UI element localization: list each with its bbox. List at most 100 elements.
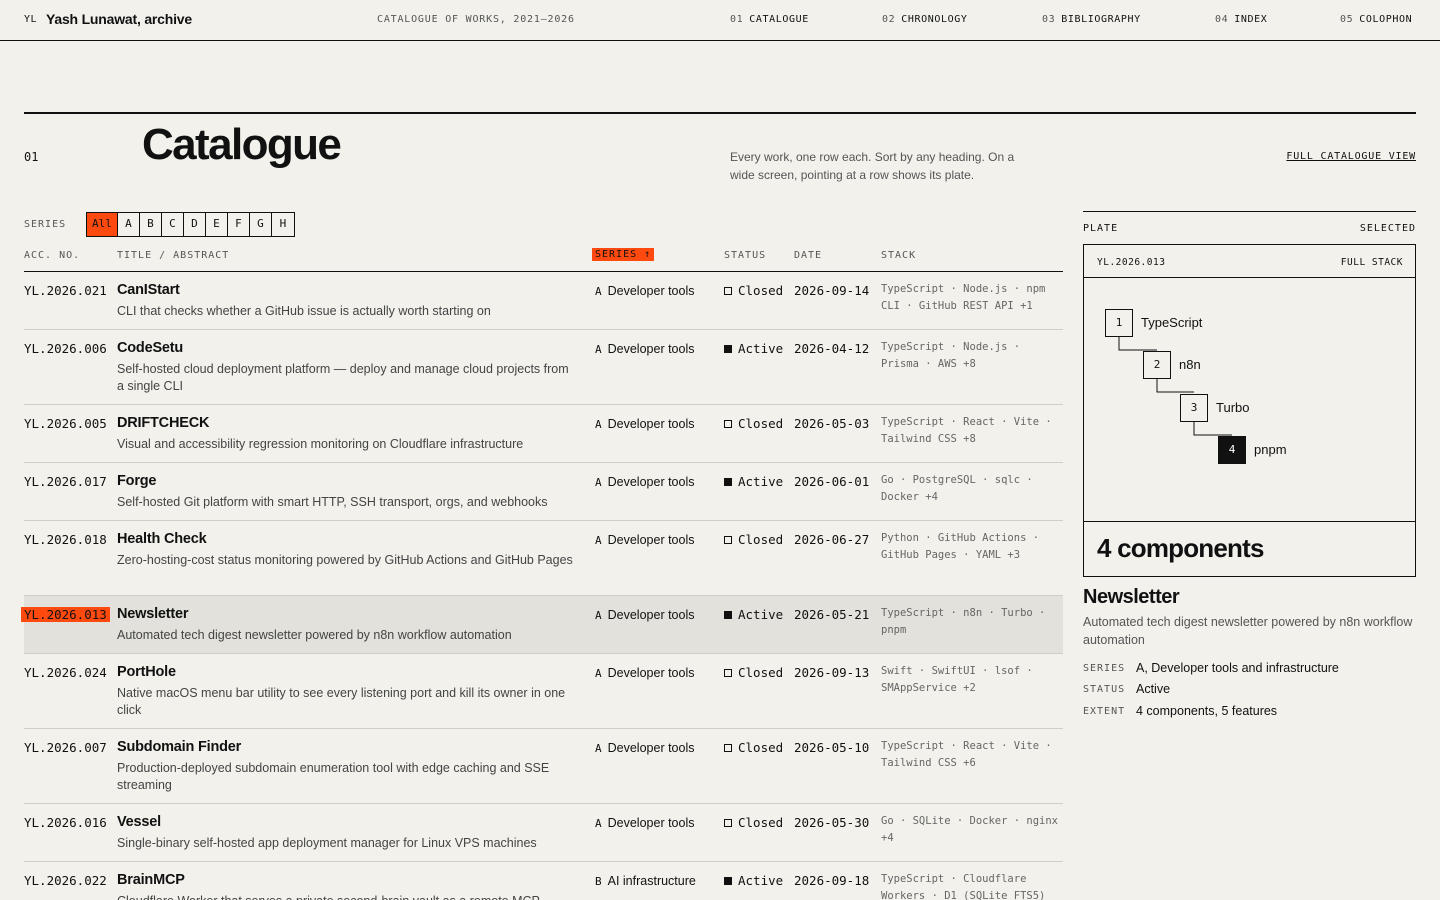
nav-catalogue[interactable]: 01 CATALOGUE: [730, 14, 809, 25]
table-row[interactable]: YL.2026.018 Health Check Zero-hosting-cost…: [24, 521, 1063, 596]
status-text: Closed: [738, 740, 784, 755]
nav-bibliography[interactable]: 03 BIBLIOGRAPHY: [1042, 14, 1141, 25]
series-cell: A Developer tools: [595, 342, 694, 356]
series-filter-d[interactable]: D: [184, 213, 206, 236]
site-title[interactable]: Yash Lunawat, archive: [46, 11, 192, 27]
status-cell: Closed: [724, 740, 783, 755]
series-filter-h[interactable]: H: [272, 213, 294, 236]
series-cell: A Developer tools: [595, 816, 694, 830]
status-cell: Closed: [724, 283, 783, 298]
stack-node-4[interactable]: 4: [1218, 436, 1246, 464]
plate-panel: YL.2026.013 FULL STACK 1 TypeScript 2 n8…: [1083, 244, 1416, 577]
site-mark: YL: [24, 14, 38, 25]
series-filter-a[interactable]: A: [118, 213, 140, 236]
date-cell: 2026-05-10: [794, 740, 870, 755]
status-cell: Active: [724, 474, 783, 489]
full-catalogue-link[interactable]: FULL CATALOGUE VIEW: [1286, 151, 1416, 162]
series-name: Developer tools: [607, 666, 695, 680]
series-name: AI infrastructure: [607, 874, 696, 888]
nav-colophon[interactable]: 05 COLOPHON: [1340, 14, 1412, 25]
status-indicator-icon: [724, 819, 732, 827]
series-filter-g[interactable]: G: [250, 213, 272, 236]
table-row[interactable]: YL.2026.017 Forge Self-hosted Git platform…: [24, 463, 1063, 521]
work-title[interactable]: Forge: [117, 473, 156, 489]
series-cell: A Developer tools: [595, 608, 694, 622]
series-filter-e[interactable]: E: [206, 213, 228, 236]
work-title[interactable]: DRIFTCHECK: [117, 415, 209, 431]
status-indicator-icon: [724, 287, 732, 295]
work-title[interactable]: CanIStart: [117, 282, 180, 298]
series-name: Developer tools: [607, 608, 695, 622]
series-cell: A Developer tools: [595, 533, 694, 547]
stack-cell: TypeScript · n8n · Turbo · pnpm: [881, 607, 1046, 636]
acc-number: YL.2026.006: [24, 341, 107, 356]
work-title[interactable]: BrainMCP: [117, 872, 185, 888]
series-name: Developer tools: [607, 816, 695, 830]
series-letter: B: [595, 875, 602, 888]
stack-cell: TypeScript · React · Vite · Tailwind CSS…: [881, 416, 1052, 445]
top-bar: YL Yash Lunawat, archive CATALOGUE OF WO…: [0, 0, 1440, 41]
stack-connectors: [1118, 336, 1232, 436]
work-title[interactable]: PortHole: [117, 664, 176, 680]
acc-number: YL.2026.007: [24, 740, 107, 755]
status-cell: Closed: [724, 416, 783, 431]
status-indicator-icon: [724, 345, 732, 353]
table-row[interactable]: YL.2026.007 Subdomain Finder Production-de…: [24, 729, 1063, 804]
work-title[interactable]: Subdomain Finder: [117, 739, 241, 755]
header-acc-no[interactable]: ACC. NO.: [24, 250, 80, 261]
acc-number: YL.2026.016: [24, 815, 107, 830]
stack-node-2[interactable]: 2: [1143, 351, 1171, 379]
stack-node-1[interactable]: 1: [1105, 309, 1133, 337]
series-cell: A Developer tools: [595, 284, 694, 298]
stack-cell: TypeScript · Cloudflare Workers · D1 (SQ…: [881, 873, 1046, 900]
series-filter-b[interactable]: B: [140, 213, 162, 236]
series-filter-c[interactable]: C: [162, 213, 184, 236]
date-cell: 2026-09-18: [794, 873, 870, 888]
section-description: Every work, one row each. Sort by any he…: [730, 150, 1015, 182]
table-row[interactable]: YL.2026.022 BrainMCP Cloudflare Worker tha…: [24, 862, 1063, 900]
status-text: Closed: [738, 283, 784, 298]
nav-index[interactable]: 04 INDEX: [1215, 14, 1267, 25]
table-row[interactable]: YL.2026.006 CodeSetu Self-hosted cloud dep…: [24, 330, 1063, 405]
series-letter: A: [595, 476, 602, 489]
status-cell: Active: [724, 341, 783, 356]
header-series[interactable]: SERIES ↑: [592, 248, 655, 261]
status-text: Active: [738, 607, 784, 622]
table-row[interactable]: YL.2026.024 PortHole Native macOS menu bar…: [24, 654, 1063, 729]
stack-cell: TypeScript · Node.js · Prisma · AWS +8: [881, 341, 1021, 370]
stack-node-label: n8n: [1179, 357, 1201, 372]
series-filter-all[interactable]: All: [87, 213, 118, 236]
work-abstract: Cloudflare Worker that serves a private …: [117, 893, 577, 900]
work-abstract: CLI that checks whether a GitHub issue i…: [117, 304, 491, 318]
work-title[interactable]: Vessel: [117, 814, 161, 830]
header-status[interactable]: STATUS: [724, 250, 766, 261]
date-cell: 2026-04-12: [794, 341, 870, 356]
header-date[interactable]: DATE: [794, 250, 822, 261]
work-title[interactable]: Newsletter: [117, 606, 189, 622]
series-letter: A: [595, 667, 602, 680]
page-title: Catalogue: [142, 120, 342, 169]
status-text: Active: [738, 474, 784, 489]
work-title[interactable]: Health Check: [117, 531, 207, 547]
table-row[interactable]: YL.2026.005 DRIFTCHECK Visual and accessib…: [24, 405, 1063, 463]
series-filter-f[interactable]: F: [228, 213, 250, 236]
work-abstract: Native macOS menu bar utility to see eve…: [117, 686, 566, 717]
stack-cell: Python · GitHub Actions · GitHub Pages ·…: [881, 532, 1040, 561]
status-text: Active: [738, 873, 784, 888]
stack-node-3[interactable]: 3: [1180, 394, 1208, 422]
status-text: Active: [738, 341, 784, 356]
header-stack[interactable]: STACK: [881, 250, 916, 261]
plate-mode[interactable]: FULL STACK: [1341, 257, 1403, 268]
table-row[interactable]: YL.2026.016 Vessel Single-binary self-host…: [24, 804, 1063, 862]
series-name: Developer tools: [607, 475, 695, 489]
table-row[interactable]: YL.2026.021 CanIStart CLI that checks whet…: [24, 272, 1063, 330]
table-row[interactable]: YL.2026.013 Newsletter Automated tech dige…: [21, 596, 1063, 654]
series-cell: B AI infrastructure: [595, 874, 696, 888]
header-title[interactable]: TITLE / ABSTRACT: [117, 250, 229, 261]
component-count: 4 components: [1097, 533, 1264, 563]
status-indicator-icon: [724, 744, 732, 752]
nav-chronology[interactable]: 02 CHRONOLOGY: [882, 14, 967, 25]
work-abstract: Automated tech digest newsletter powered…: [117, 628, 512, 642]
work-title[interactable]: CodeSetu: [117, 340, 183, 356]
status-cell: Active: [724, 873, 783, 888]
